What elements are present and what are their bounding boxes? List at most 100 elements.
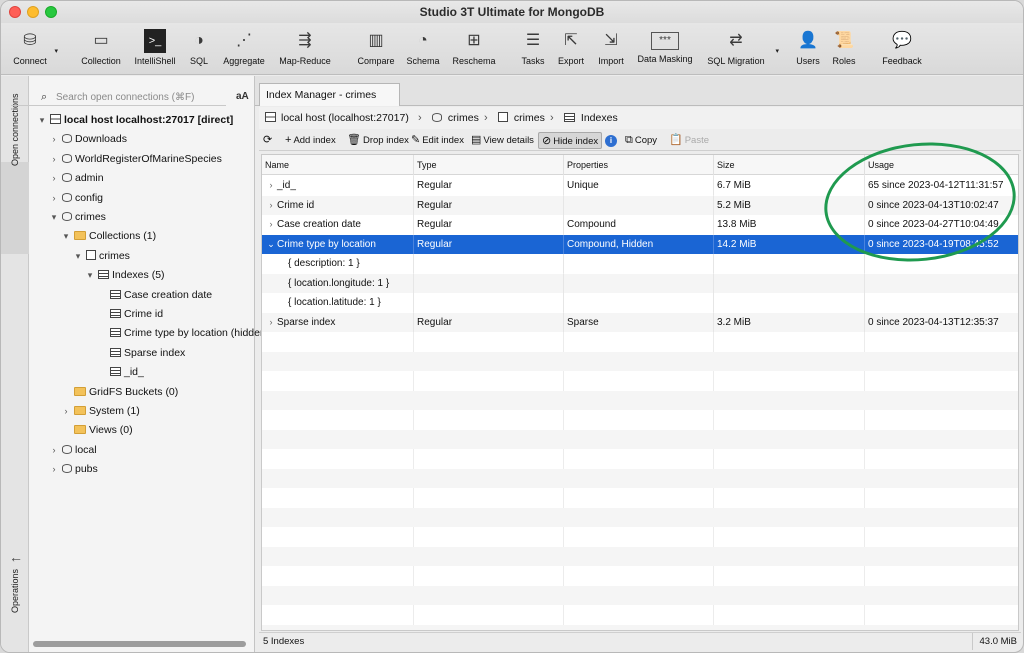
close-window-button[interactable] — [9, 6, 21, 18]
column-header-size[interactable]: Size — [713, 155, 735, 175]
refresh-button[interactable]: ⟳ — [263, 132, 274, 149]
chevron-right-icon[interactable]: › — [265, 176, 277, 195]
chevron-down-icon[interactable]: ▾ — [85, 266, 95, 285]
chevron-right-icon[interactable]: › — [49, 169, 59, 188]
import-icon: ⇲ — [604, 32, 618, 49]
toolbar-button-reschema[interactable]: ⊞ Reschema — [449, 27, 499, 71]
chevron-down-icon[interactable]: ▾ — [61, 227, 71, 246]
tree-item[interactable]: › WorldRegisterOfMarineSpecies — [49, 150, 222, 169]
toolbar-button-aggregate[interactable]: ⋰ Aggregate — [218, 27, 270, 71]
toolbar-button-sql-migration[interactable]: ⇄ SQL Migration ▾ — [702, 27, 779, 71]
tree-item[interactable]: ▾ Collections (1) — [61, 227, 156, 246]
tree-item[interactable]: Sparse index — [97, 344, 185, 363]
chevron-right-icon[interactable]: › — [49, 441, 59, 460]
app-window: Studio 3T Ultimate for MongoDB ⛁ Connect ▾… — [0, 0, 1024, 653]
edit-index-button[interactable]: ✎ Edit index — [411, 132, 464, 149]
table-row[interactable]: › _id_ Regular Unique 6.7 MiB 65 since 2023-0… — [262, 176, 1018, 196]
tree-item[interactable]: ▾ crimes — [49, 208, 106, 227]
table-row[interactable]: ⌄ Crime type by location Regular Compound, … — [262, 234, 1018, 254]
breadcrumb: local host (localhost:27017) › crimes › … — [259, 107, 1021, 129]
cell-size — [713, 254, 864, 273]
tree-item[interactable]: Crime id — [97, 305, 163, 324]
tree-item[interactable]: Views (0) — [61, 421, 133, 440]
tree-item-label: _id_ — [124, 366, 144, 379]
toolbar-button-export[interactable]: ⇱ Export — [553, 27, 589, 71]
toolbar-button-import[interactable]: ⇲ Import — [593, 27, 629, 71]
tree-item[interactable]: › config — [49, 189, 104, 208]
toolbar-button-compare[interactable]: ▥ Compare — [353, 27, 399, 71]
chevron-right-icon[interactable]: › — [265, 215, 277, 234]
tab-operations[interactable]: Operations — [10, 569, 20, 613]
drop-index-button[interactable]: 🗑 Drop index — [347, 132, 409, 149]
tree-horizontal-scrollbar[interactable] — [33, 641, 246, 647]
info-icon[interactable]: i — [605, 135, 617, 147]
table-row[interactable]: › Case creation date Regular Compound 13.8 M… — [262, 215, 1018, 235]
chevron-right-icon[interactable]: › — [265, 313, 277, 332]
chevron-right-icon[interactable]: › — [49, 130, 59, 149]
chevron-right-icon[interactable]: › — [49, 460, 59, 479]
search-input[interactable]: Search open connections (⌘F) — [56, 92, 194, 103]
table-row[interactable]: { location.latitude: 1 } — [262, 293, 1018, 313]
toolbar-button-tasks[interactable]: ☰ Tasks — [516, 27, 550, 71]
breadcrumb-indexes[interactable]: Indexes — [561, 107, 618, 129]
tree-item[interactable]: ▾ local host localhost:27017 [direct] — [37, 111, 233, 130]
tree-item[interactable]: ▾ Indexes (5) — [85, 266, 165, 285]
tree-item[interactable]: GridFS Buckets (0) — [61, 383, 178, 402]
tree-item-label: admin — [75, 172, 104, 185]
breadcrumb-server[interactable]: local host (localhost:27017) — [265, 107, 409, 129]
toolbar-button-feedback[interactable]: 💬 Feedback — [877, 27, 927, 71]
case-sensitive-toggle[interactable]: aA — [236, 91, 249, 102]
tab-index-manager[interactable]: Index Manager - crimes — [259, 83, 400, 106]
tree-item[interactable]: _id_ — [97, 363, 144, 382]
tree-item[interactable]: Case creation date — [97, 286, 212, 305]
breadcrumb-db[interactable]: crimes — [429, 107, 479, 129]
chevron-down-icon[interactable]: ▾ — [49, 208, 59, 227]
chevron-down-icon[interactable]: ▾ — [775, 47, 779, 55]
column-header-name[interactable]: Name — [262, 155, 289, 175]
tree-item[interactable]: Crime type by location (hidden — [97, 324, 266, 343]
toolbar-button-intellishell[interactable]: >_ IntelliShell — [130, 27, 180, 71]
chevron-right-icon[interactable]: › — [265, 196, 277, 215]
minimize-window-button[interactable] — [27, 6, 39, 18]
chevron-right-icon[interactable]: › — [61, 402, 71, 421]
cell-name: { location.longitude: 1 } — [262, 274, 413, 293]
cell-props: Sparse — [563, 312, 713, 332]
column-header-type[interactable]: Type — [413, 155, 437, 175]
table-row[interactable]: { location.longitude: 1 } — [262, 273, 1018, 293]
tree-item[interactable]: › admin — [49, 169, 104, 188]
toolbar-button-schema[interactable]: ◔ Schema — [402, 27, 444, 71]
chevron-down-icon[interactable]: ▾ — [37, 111, 47, 130]
toolbar-button-sql[interactable]: ◑ SQL — [184, 27, 214, 71]
chevron-down-icon[interactable]: ⌄ — [265, 235, 277, 254]
toolbar-button-map-reduce[interactable]: ⇶ Map-Reduce — [275, 27, 335, 71]
tree-item[interactable]: › local — [49, 441, 97, 460]
hide-index-button[interactable]: ⊘ Hide index — [538, 132, 603, 149]
zoom-window-button[interactable] — [45, 6, 57, 18]
table-row[interactable]: › Sparse index Regular Sparse 3.2 MiB 0 since… — [262, 312, 1018, 332]
collapse-panel-icon[interactable]: ← — [9, 549, 23, 565]
toolbar-button-connect[interactable]: ⛁ Connect ▾ — [11, 27, 58, 71]
chevron-right-icon[interactable]: › — [49, 150, 59, 169]
column-header-properties[interactable]: Properties — [563, 155, 608, 175]
breadcrumb-collection[interactable]: crimes — [495, 107, 545, 129]
paste-button[interactable]: 📋 Paste — [669, 132, 709, 149]
tree-item[interactable]: › System (1) — [61, 402, 140, 421]
chevron-right-icon[interactable]: › — [49, 189, 59, 208]
folder-icon — [74, 386, 86, 396]
toolbar-button-data-masking[interactable]: *** Data Masking — [633, 27, 697, 71]
roles-icon: 📜 — [834, 32, 854, 49]
chevron-down-icon[interactable]: ▾ — [54, 47, 58, 55]
table-row[interactable]: › Crime id Regular 5.2 MiB 0 since 2023-04-1… — [262, 195, 1018, 215]
column-header-usage[interactable]: Usage — [864, 155, 894, 175]
chevron-down-icon[interactable]: ▾ — [73, 247, 83, 266]
table-row[interactable]: { description: 1 } — [262, 254, 1018, 274]
toolbar-button-users[interactable]: 👤 Users — [791, 27, 825, 71]
view-details-button[interactable]: ▤ View details — [471, 132, 534, 149]
add-index-button[interactable]: + Add index — [285, 132, 336, 149]
toolbar-button-roles[interactable]: 📜 Roles — [828, 27, 860, 71]
tree-item[interactable]: ▾ crimes — [73, 247, 130, 266]
copy-button[interactable]: ⧉ Copy — [625, 132, 657, 149]
tree-item[interactable]: › Downloads — [49, 130, 127, 149]
toolbar-button-collection[interactable]: ▭ Collection — [75, 27, 127, 71]
tree-item[interactable]: › pubs — [49, 460, 98, 479]
